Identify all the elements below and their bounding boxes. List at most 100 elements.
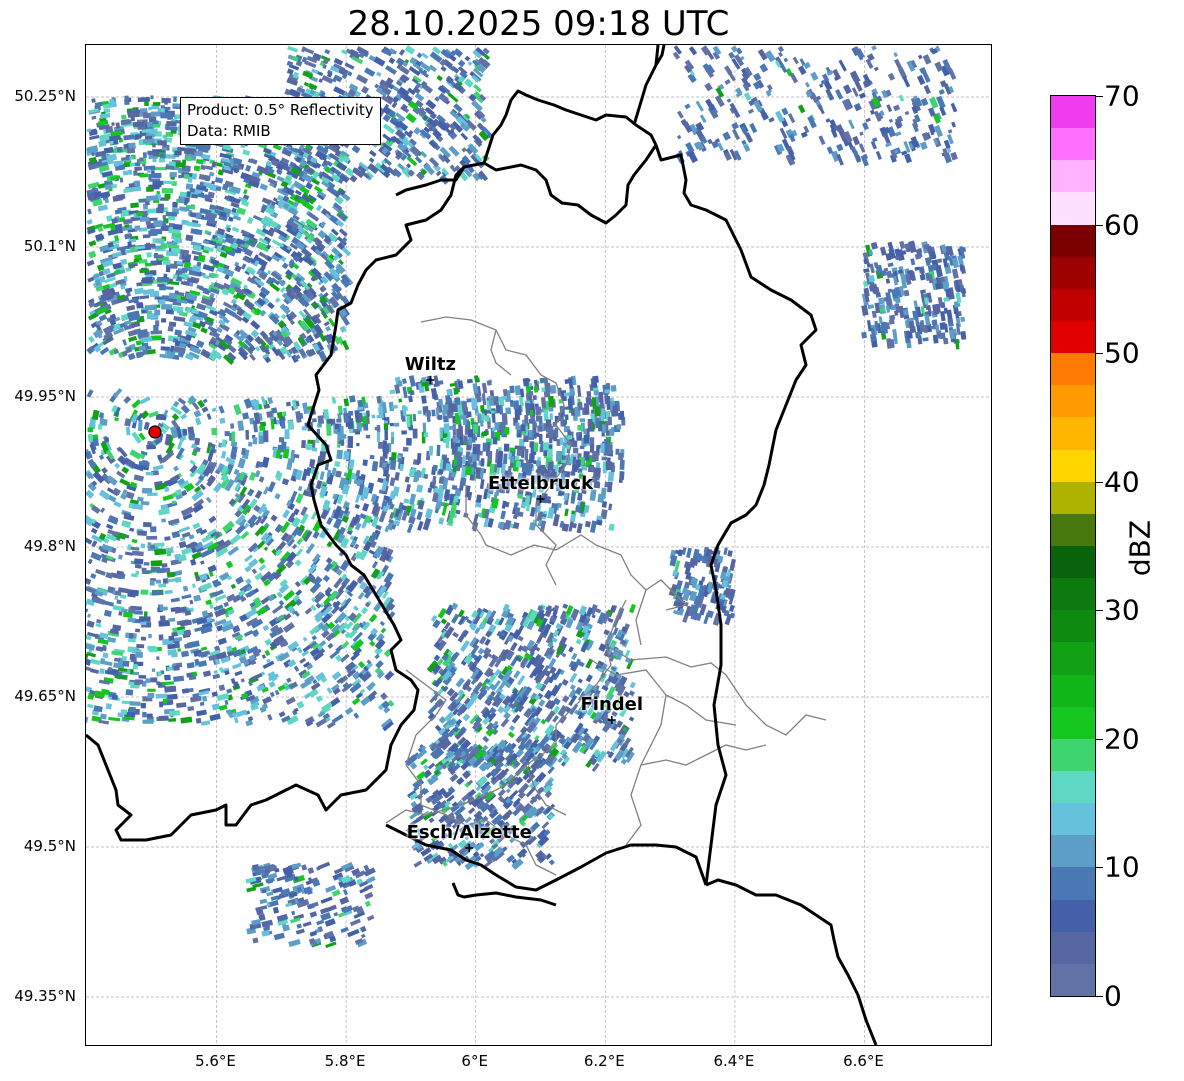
echo-cell (324, 49, 331, 55)
echo-cell (165, 286, 174, 290)
echo-cell (409, 493, 417, 505)
echo-cell (158, 508, 171, 516)
echo-cell (360, 606, 369, 615)
echo-cell (221, 439, 227, 448)
echo-cell (201, 406, 209, 413)
echo-cell (503, 711, 511, 720)
echo-cell (307, 439, 314, 445)
echo-cell (140, 636, 147, 641)
echo-cell (375, 524, 382, 531)
echo-cell (137, 565, 142, 569)
echo-cell (153, 324, 159, 332)
echo-cell (278, 599, 285, 606)
echo-cell (134, 225, 141, 231)
echo-cell (240, 530, 250, 540)
echo-cell (402, 446, 409, 452)
echo-cell (267, 481, 276, 493)
echo-cell (198, 660, 208, 668)
echo-cell (467, 807, 476, 815)
echo-cell (137, 530, 148, 537)
echo-cell (162, 698, 168, 703)
echo-cell (280, 313, 287, 320)
echo-cell (135, 628, 140, 633)
echo-cell (331, 397, 337, 404)
echo-cell (322, 574, 331, 583)
echo-cell (160, 153, 166, 159)
radar-map[interactable]: Product: 0.5° Reflectivity Data: RMIB Wi… (85, 44, 992, 1046)
echo-cell (262, 696, 272, 705)
echo-cell (86, 259, 95, 267)
echo-cell (258, 476, 265, 483)
echo-cell (371, 561, 379, 569)
echo-cell (287, 45, 298, 53)
echo-cell (193, 409, 202, 418)
echo-cell (90, 668, 100, 674)
echo-cell (87, 613, 92, 618)
echo-cell (475, 494, 483, 504)
echo-cell (191, 173, 198, 180)
echo-cell (383, 572, 394, 585)
echo-cell (500, 510, 506, 520)
echo-cell (139, 216, 150, 222)
echo-cell (509, 725, 516, 732)
echo-cell (466, 378, 474, 384)
echo-cell (384, 670, 395, 681)
echo-cell (164, 536, 171, 541)
echo-cell (144, 262, 152, 267)
echo-cell (235, 576, 244, 585)
echo-cell (460, 132, 469, 141)
echo-cell (408, 375, 416, 387)
echo-cell (297, 485, 303, 492)
echo-cell (374, 653, 380, 660)
echo-cell (276, 175, 285, 183)
echo-cell (149, 128, 158, 135)
echo-cell (285, 401, 292, 407)
echo-cell (218, 684, 226, 692)
echo-cell (233, 717, 239, 724)
echo-cell (438, 398, 444, 406)
echo-cell (159, 615, 166, 622)
echo-cell (575, 638, 582, 645)
echo-cell (165, 267, 171, 273)
echo-cell (535, 415, 541, 422)
echo-cell (161, 337, 166, 344)
echo-cell (607, 471, 615, 482)
echo-cell (121, 520, 132, 528)
echo-cell (447, 92, 459, 103)
echo-cell (252, 437, 258, 445)
echo-cell (311, 635, 317, 641)
echo-cell (87, 427, 94, 432)
echo-cell (334, 423, 339, 430)
echo-cell (384, 444, 390, 454)
echo-cell (180, 413, 188, 420)
echo-cell (131, 399, 142, 409)
echo-cell (338, 259, 344, 266)
echo-cell (382, 462, 387, 468)
echo-cell (281, 262, 289, 270)
echo-cell (139, 616, 151, 622)
echo-cell (274, 689, 280, 696)
echo-cell (174, 161, 186, 168)
echo-cell (114, 417, 119, 422)
echo-cell (152, 158, 157, 163)
echo-cell (278, 711, 286, 718)
echo-cell (194, 417, 202, 426)
echo-cell (404, 476, 410, 483)
echo-cell (267, 396, 274, 405)
echo-cell (317, 415, 325, 425)
echo-cell (131, 538, 138, 544)
echo-cell (91, 409, 100, 421)
echo-cell (86, 597, 89, 607)
echo-cell (596, 519, 603, 526)
echo-cell (139, 173, 149, 178)
echo-cell (369, 454, 375, 460)
echo-cell (124, 551, 133, 556)
echo-cell (435, 170, 442, 177)
echo-cell (226, 688, 233, 694)
echo-cell (293, 665, 300, 672)
echo-cell (140, 702, 146, 709)
echo-cell (251, 568, 258, 575)
echo-cell (87, 558, 93, 565)
echo-cell (172, 223, 183, 230)
echo-cell (364, 67, 376, 77)
